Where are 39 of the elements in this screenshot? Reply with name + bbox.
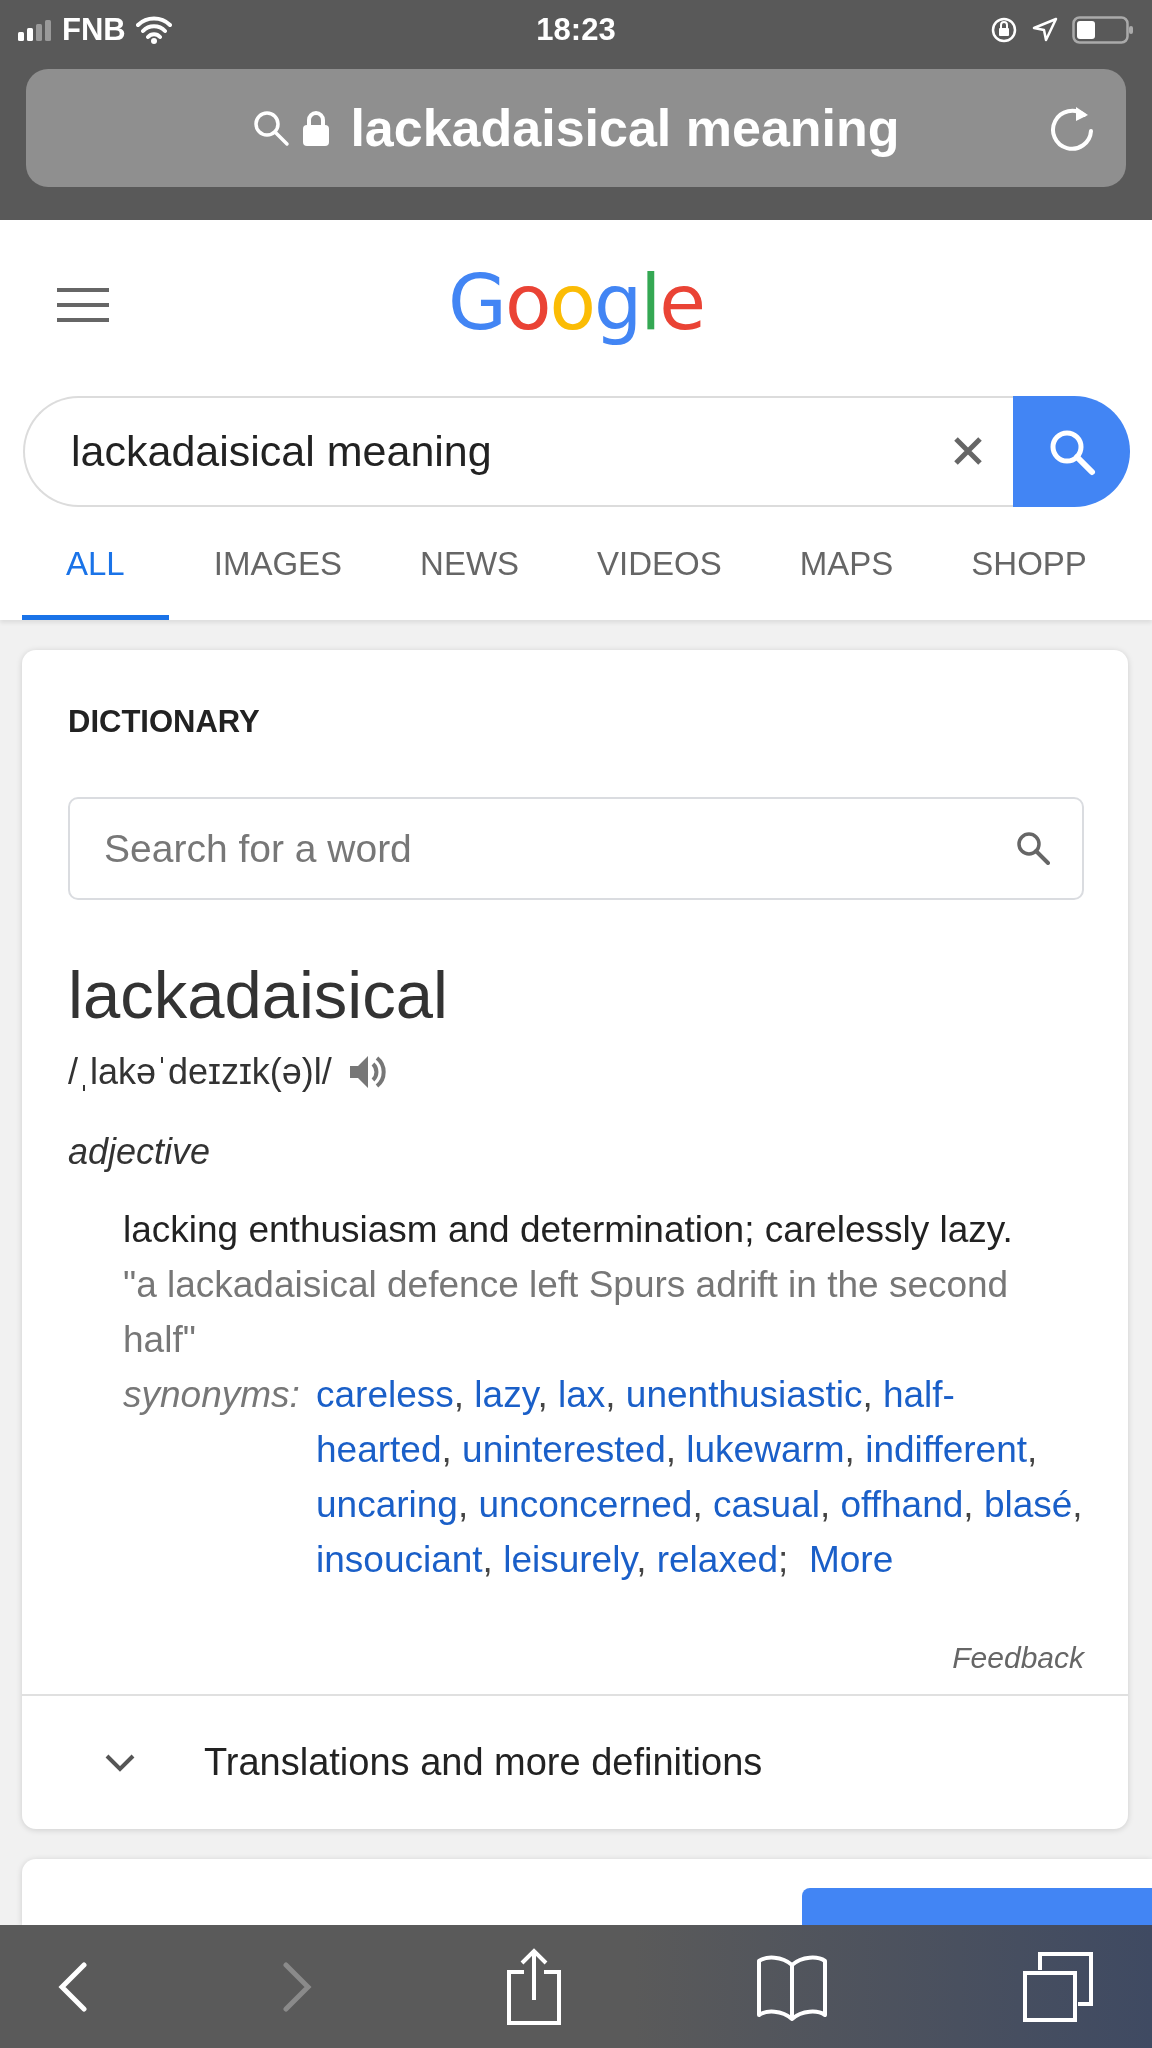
search-icon xyxy=(1016,831,1050,865)
search-field[interactable]: lackadaisical meaning xyxy=(23,396,1013,507)
back-icon[interactable] xyxy=(58,1961,88,2012)
lock-icon xyxy=(302,109,331,147)
menu-icon[interactable] xyxy=(57,288,109,322)
synonym-list[interactable]: careless, lazy, lax, unenthusiastic, half-hearted, uninterested, lukewarm, indifferent, uncaring, unconcerned, casual, offhand, blasé, insouciant, leisurely, relaxed; More xyxy=(316,1367,1084,1587)
tabs-icon[interactable] xyxy=(1022,1950,1094,2023)
address-bar[interactable]: lackadaisical meaning xyxy=(26,69,1126,187)
part-of-speech: adjective xyxy=(68,1130,212,1174)
close-icon[interactable] xyxy=(953,436,983,466)
battery-icon xyxy=(1072,16,1134,44)
location-icon xyxy=(1032,17,1058,43)
rotation-lock-icon xyxy=(990,16,1018,44)
carrier-name: FNB xyxy=(62,12,126,48)
chevron-down-icon xyxy=(104,1752,136,1773)
search-icon xyxy=(252,109,291,147)
address-text: lackadaisical meaning xyxy=(350,98,900,158)
tab[interactable]: ALL xyxy=(22,507,169,620)
tab[interactable]: VIDEOS xyxy=(564,507,755,620)
expander-row[interactable]: Translations and more definitions xyxy=(22,1694,1128,1829)
tab[interactable]: IMAGES xyxy=(180,507,376,620)
feedback-link[interactable]: Feedback xyxy=(68,1643,1084,1673)
word-search-field[interactable]: Search for a word xyxy=(68,797,1084,900)
share-icon[interactable] xyxy=(506,1947,562,2026)
headword: lackadaisical xyxy=(68,960,449,1030)
synonyms-label: synonyms: xyxy=(123,1373,301,1417)
clock-time: 18:23 xyxy=(536,12,616,48)
pronunciation: /ˌlakəˈdeɪzɪk(ə)l/ xyxy=(68,1050,332,1094)
google-logo: Google xyxy=(447,257,704,347)
tab[interactable]: SHOPP xyxy=(938,507,1120,620)
tab[interactable]: MAPS xyxy=(766,507,927,620)
example-sentence: "a lackadaisical defence left Spurs adrift in the second half" xyxy=(123,1263,1010,1362)
wifi-icon xyxy=(135,16,172,44)
tab[interactable]: NEWS xyxy=(387,507,553,620)
card-heading: DICTIONARY xyxy=(68,708,261,736)
signal-icon xyxy=(18,19,52,41)
expander-label: Translations and more definitions xyxy=(204,1741,763,1784)
search-button[interactable] xyxy=(1013,396,1130,507)
definition: lacking enthusiasm and determination; carelessly lazy. xyxy=(123,1208,1014,1252)
